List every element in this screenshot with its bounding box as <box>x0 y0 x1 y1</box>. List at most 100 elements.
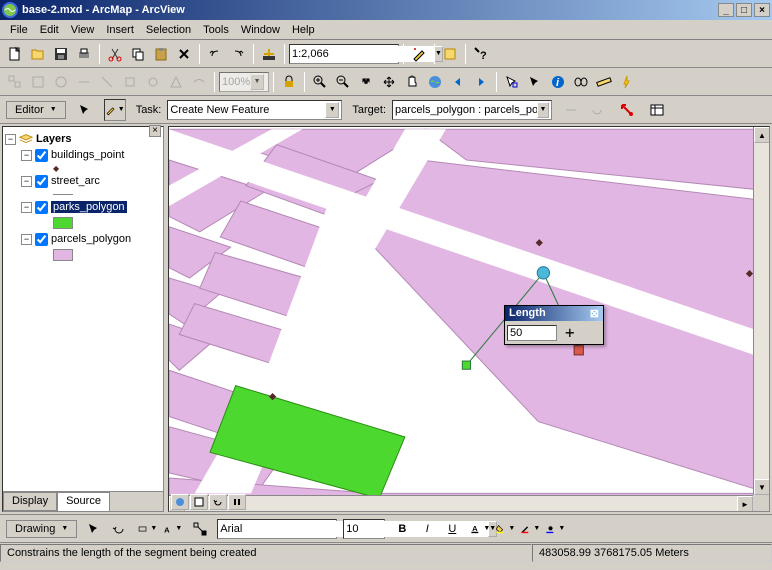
layer-parcels-polygon[interactable]: − parcels_polygon <box>5 231 161 247</box>
layer-checkbox[interactable] <box>35 233 48 246</box>
zoom-in-button[interactable] <box>309 71 331 93</box>
collapse-icon[interactable]: − <box>5 134 16 145</box>
next-extent-button[interactable] <box>470 71 492 93</box>
menu-help[interactable]: Help <box>286 22 321 38</box>
target-combo[interactable]: ▼ <box>392 100 552 120</box>
length-popup[interactable]: Length ⊠ + <box>504 305 604 345</box>
minimize-button[interactable]: _ <box>718 3 734 17</box>
arccatalog-button[interactable] <box>439 43 461 65</box>
marker-color-button[interactable]: ▼ <box>544 518 566 540</box>
edit-arrow-button[interactable] <box>74 99 96 121</box>
cut-button[interactable] <box>104 43 126 65</box>
scroll-right-button[interactable]: ► <box>737 496 753 512</box>
menu-selection[interactable]: Selection <box>140 22 197 38</box>
menu-window[interactable]: Window <box>235 22 286 38</box>
prev-extent-button[interactable] <box>447 71 469 93</box>
data-view-button[interactable] <box>171 494 189 510</box>
horizontal-scrollbar[interactable]: ◄ ► <box>169 495 753 511</box>
measure-button[interactable] <box>593 71 615 93</box>
parcels-swatch[interactable] <box>5 247 161 263</box>
collapse-icon[interactable]: − <box>21 150 32 161</box>
drawing-menu-button[interactable]: Drawing▼ <box>6 520 77 538</box>
font-combo[interactable]: ▼ <box>217 519 337 539</box>
save-button[interactable] <box>50 43 72 65</box>
add-data-button[interactable] <box>258 43 280 65</box>
menu-view[interactable]: View <box>65 22 101 38</box>
select-elements-button[interactable] <box>524 71 546 93</box>
task-dropdown-button[interactable]: ▼ <box>325 102 339 118</box>
layer-checkbox[interactable] <box>35 149 48 162</box>
layer-parks-polygon[interactable]: − parks_polygon <box>5 199 161 215</box>
scroll-up-button[interactable]: ▲ <box>754 127 770 143</box>
length-popup-titlebar[interactable]: Length ⊠ <box>505 306 603 321</box>
underline-button[interactable]: U <box>441 518 463 540</box>
delete-button[interactable] <box>173 43 195 65</box>
vertical-scrollbar[interactable]: ▲ ▼ <box>753 127 769 495</box>
find-button[interactable] <box>570 71 592 93</box>
layer-street-arc[interactable]: − street_arc <box>5 173 161 189</box>
collapse-icon[interactable]: − <box>21 234 32 245</box>
text-tool[interactable]: A▼ <box>161 518 183 540</box>
font-size-combo[interactable]: ▼ <box>343 519 385 539</box>
line-color-button[interactable]: ▼ <box>519 518 541 540</box>
pause-button[interactable] <box>228 494 246 510</box>
layer-checkbox[interactable] <box>35 201 48 214</box>
edit-vertices-tool[interactable] <box>189 518 211 540</box>
target-dropdown-button[interactable]: ▼ <box>537 102 549 118</box>
select-features-button[interactable] <box>501 71 523 93</box>
pan-button[interactable] <box>401 71 423 93</box>
toc-root-layers[interactable]: − Layers <box>5 131 161 147</box>
toc-tab-display[interactable]: Display <box>3 492 57 511</box>
length-input[interactable] <box>507 325 557 341</box>
scroll-down-button[interactable]: ▼ <box>754 479 770 495</box>
menu-file[interactable]: File <box>4 22 34 38</box>
bold-button[interactable]: B <box>391 518 413 540</box>
menu-tools[interactable]: Tools <box>197 22 235 38</box>
parks-swatch[interactable] <box>5 215 161 231</box>
sketch-properties-button[interactable] <box>646 99 668 121</box>
maximize-button[interactable]: □ <box>736 3 752 17</box>
layout-view-button[interactable] <box>190 494 208 510</box>
toc-close-button[interactable]: × <box>149 125 161 137</box>
redo-button[interactable] <box>227 43 249 65</box>
editor-menu-button[interactable]: Editor▼ <box>6 101 66 119</box>
collapse-icon[interactable]: − <box>21 202 32 213</box>
print-button[interactable] <box>73 43 95 65</box>
rectangle-tool[interactable]: ▼ <box>136 518 158 540</box>
menu-edit[interactable]: Edit <box>34 22 65 38</box>
toc-tree[interactable]: − Layers − buildings_point ◆ − street_ar… <box>3 127 163 491</box>
layer-checkbox[interactable] <box>35 175 48 188</box>
toc-tab-source[interactable]: Source <box>57 492 110 511</box>
sketch-tool-button[interactable]: ▼ <box>104 99 126 121</box>
identify-button[interactable]: i <box>547 71 569 93</box>
undo-button[interactable] <box>204 43 226 65</box>
attributes-button[interactable] <box>616 99 638 121</box>
fixed-zoom-in-button[interactable] <box>355 71 377 93</box>
select-elements-tool[interactable] <box>83 518 105 540</box>
layer-buildings-point[interactable]: − buildings_point <box>5 147 161 163</box>
italic-button[interactable]: I <box>416 518 438 540</box>
font-input[interactable] <box>220 521 362 537</box>
collapse-icon[interactable]: − <box>21 176 32 187</box>
rotate-tool[interactable] <box>108 518 130 540</box>
lock-button[interactable] <box>278 71 300 93</box>
zoom-out-button[interactable] <box>332 71 354 93</box>
street-arc-symbol[interactable] <box>53 189 161 199</box>
copy-button[interactable] <box>127 43 149 65</box>
buildings-point-symbol[interactable]: ◆ <box>53 163 161 173</box>
hyperlink-button[interactable] <box>616 71 638 93</box>
paste-button[interactable] <box>150 43 172 65</box>
task-input[interactable] <box>170 102 325 118</box>
full-extent-button[interactable] <box>424 71 446 93</box>
scale-combo[interactable]: ▼ <box>289 44 399 64</box>
menu-insert[interactable]: Insert <box>100 22 140 38</box>
new-button[interactable] <box>4 43 26 65</box>
fixed-zoom-out-button[interactable] <box>378 71 400 93</box>
fill-color-button[interactable]: ▼ <box>494 518 516 540</box>
length-popup-close-icon[interactable]: ⊠ <box>590 307 599 320</box>
help-button[interactable]: ? <box>470 43 492 65</box>
font-color-button[interactable]: A▼ <box>469 518 491 540</box>
task-combo[interactable]: ▼ <box>167 100 342 120</box>
close-button[interactable]: × <box>754 3 770 17</box>
editor-toolbar-button[interactable] <box>408 43 430 65</box>
